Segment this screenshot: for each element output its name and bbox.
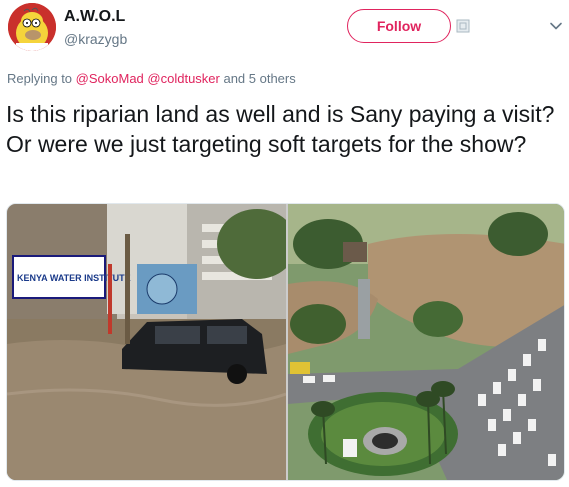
replying-to: Replying to @SokoMad @coldtusker and 5 o… [7, 71, 296, 86]
photo-flooded-street[interactable]: KENYA WATER INSTITUTE [7, 204, 286, 480]
chevron-down-icon[interactable] [549, 19, 563, 33]
tweet-card: A.W.O.L @krazygb Follow Replying to @Sok… [0, 0, 569, 487]
user-display-name[interactable]: A.W.O.L [64, 8, 125, 26]
photo-aerial-flood[interactable] [288, 204, 564, 480]
reply-prefix: Replying to [7, 71, 76, 86]
avatar[interactable] [8, 3, 56, 51]
mention-link[interactable]: @SokoMad [76, 71, 144, 86]
flag-icon[interactable] [456, 19, 470, 33]
media-grid: KENYA WATER INSTITUTE [6, 203, 565, 481]
reply-suffix[interactable]: and 5 others [220, 71, 295, 86]
tweet-text: Is this riparian land as well and is San… [6, 101, 555, 157]
follow-button[interactable]: Follow [347, 9, 451, 43]
sign-text: KENYA WATER INSTITUTE [17, 273, 131, 283]
user-handle[interactable]: @krazygb [64, 31, 127, 47]
mention-link[interactable]: @coldtusker [147, 71, 219, 86]
